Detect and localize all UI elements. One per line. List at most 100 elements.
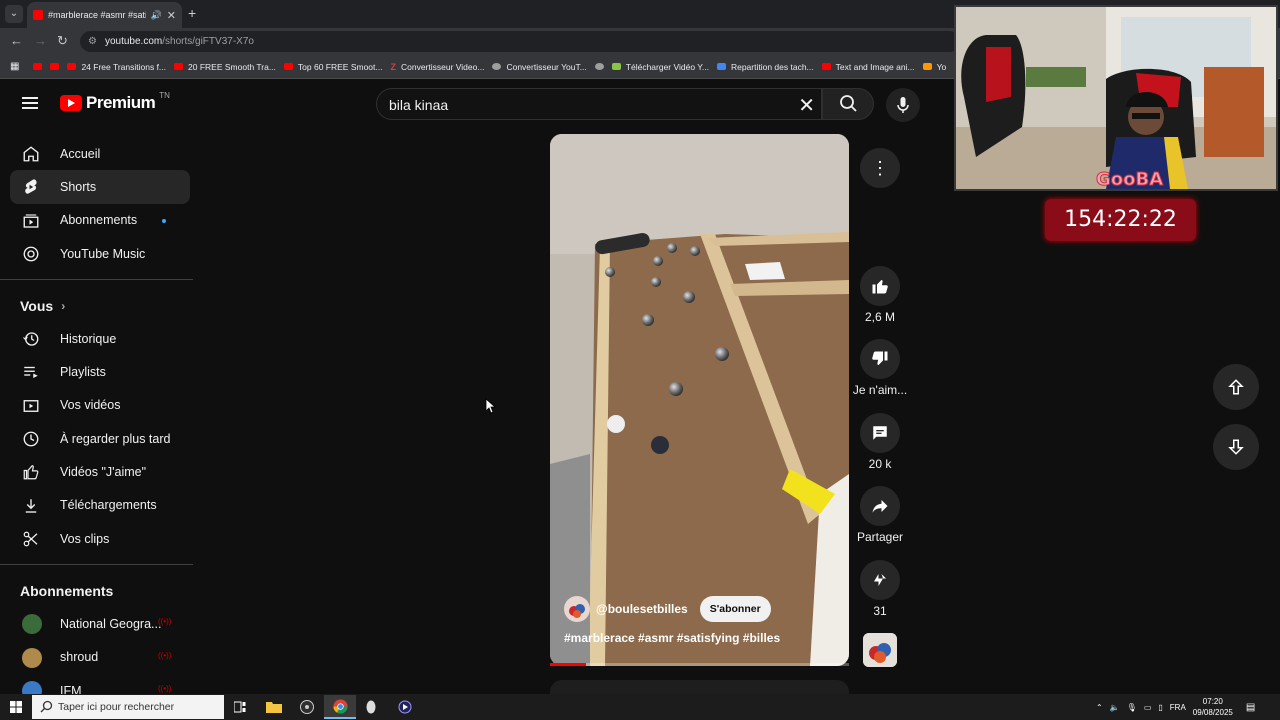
sidebar-item-subscriptions[interactable]: Abonnements xyxy=(10,204,190,237)
bookmark-item[interactable]: Text and Image ani... xyxy=(821,62,915,72)
sidebar-item-music[interactable]: YouTube Music xyxy=(10,237,190,270)
comment-icon xyxy=(873,426,887,440)
comments-button[interactable] xyxy=(860,413,900,453)
apps-grid-icon[interactable]: ▦ xyxy=(10,61,19,72)
sidebar-item-like[interactable]: Vidéos "J'aime" xyxy=(10,455,190,488)
bookmark-item[interactable]: Top 60 FREE Smoot... xyxy=(283,62,382,72)
chevron-up-icon[interactable]: ⌃ xyxy=(1096,703,1103,712)
site-info-icon[interactable]: ⚙ xyxy=(88,36,97,47)
bookmark-item[interactable]: Convertisseur YouT... xyxy=(492,62,587,72)
tab-search-button[interactable]: ⌄ xyxy=(5,5,23,23)
channel-avatar[interactable] xyxy=(564,596,590,622)
sidebar-divider xyxy=(0,564,193,566)
bookmark-item[interactable] xyxy=(50,63,60,70)
url-host: youtube.com xyxy=(104,36,163,47)
bookmark-item[interactable]: Yo xyxy=(922,62,946,72)
previous-short-button[interactable] xyxy=(1213,364,1259,410)
subscribe-button[interactable]: S'abonner xyxy=(699,596,771,622)
arrow-up-icon xyxy=(1228,379,1244,395)
reload-icon[interactable]: ↻ xyxy=(57,33,68,49)
subscription-channel[interactable]: National Geogra... ((•)) xyxy=(10,607,190,640)
notifications-icon[interactable]: ▤ xyxy=(1246,702,1255,713)
bookmark-item[interactable]: Z Convertisseur Video... xyxy=(390,62,484,72)
sidebar-item-download[interactable]: Téléchargements xyxy=(10,489,190,522)
subscriptions-heading-label: Abonnements xyxy=(20,582,114,599)
file-explorer-icon[interactable] xyxy=(258,695,290,719)
speaker-icon[interactable]: 🔊 xyxy=(151,10,162,21)
clock-time: 07:20 xyxy=(1202,697,1223,706)
voice-search-button[interactable] xyxy=(886,88,920,122)
bookmark-item[interactable]: Télécharger Vidéo Y... xyxy=(611,61,709,72)
channel-name[interactable]: @boulesetbilles xyxy=(596,602,688,616)
you-section-heading[interactable]: Vous › xyxy=(0,289,200,322)
sidebar-item-history[interactable]: Historique xyxy=(10,322,190,355)
bookmark-item[interactable]: 24 Free Transitions f... xyxy=(67,62,166,72)
bookmark-item[interactable]: Repartition des tach... xyxy=(716,62,814,72)
taskbar-clock[interactable]: 07:20 09/08/2025 xyxy=(1193,696,1233,718)
like-button[interactable] xyxy=(860,266,900,306)
battery-icon[interactable]: ▯ xyxy=(1158,703,1162,712)
video-progress-bar[interactable] xyxy=(550,663,849,666)
clear-search-icon[interactable]: ✕ xyxy=(798,93,815,118)
back-arrow-icon[interactable]: ← xyxy=(10,33,23,48)
app-icon[interactable] xyxy=(355,695,387,719)
sidebar-item-your-videos[interactable]: Vos vidéos xyxy=(10,389,190,422)
youtube-premium-logo[interactable]: Premium TN xyxy=(60,91,170,113)
task-view-icon[interactable] xyxy=(224,695,256,719)
search-icon xyxy=(40,700,53,713)
obs-icon[interactable] xyxy=(291,695,323,719)
close-tab-icon[interactable]: ✕ xyxy=(167,9,176,22)
volume-icon[interactable]: 🔈 xyxy=(1110,703,1120,712)
bookmark-item[interactable]: 20 FREE Smooth Tra... xyxy=(174,62,276,72)
search-button[interactable] xyxy=(822,88,874,120)
like-action[interactable]: 2,6 M xyxy=(852,266,908,324)
like-count: 2,6 M xyxy=(864,310,895,324)
dislike-label: Je n'aim... xyxy=(852,383,908,397)
short-hashtags[interactable]: #marblerace #asmr #satisfying #billes xyxy=(564,631,780,645)
sidebar-item-shorts[interactable]: Shorts xyxy=(10,170,190,204)
next-short-button[interactable] xyxy=(1213,424,1259,470)
search-input[interactable]: bila kinaa ✕ xyxy=(376,88,822,120)
forward-arrow-icon[interactable]: → xyxy=(34,33,47,48)
microphone-icon[interactable]: 🎙 xyxy=(1127,703,1137,712)
clock-date: 09/08/2025 xyxy=(1192,708,1233,717)
bookmark-label: Télécharger Vidéo Y... xyxy=(625,61,709,72)
share-action[interactable]: Partager xyxy=(852,486,908,544)
share-button[interactable] xyxy=(860,486,900,526)
dislike-action[interactable]: Je n'aim... xyxy=(852,339,908,397)
bookmark-item[interactable] xyxy=(594,63,604,70)
new-tab-button[interactable]: + xyxy=(188,5,196,21)
remix-action[interactable]: 31 xyxy=(852,560,908,618)
short-channel-row: @boulesetbilles S'abonner xyxy=(564,596,771,622)
sidebar-item-watch-later[interactable]: À regarder plus tard xyxy=(10,422,190,455)
youtube-icon xyxy=(821,63,831,70)
avatar xyxy=(22,680,42,694)
language-indicator[interactable]: FRA xyxy=(1170,703,1186,712)
short-video-player[interactable] xyxy=(550,134,849,666)
sidebar-item-playlists[interactable]: Playlists xyxy=(10,355,190,388)
youtube-icon xyxy=(283,63,293,70)
sidebar-item-home[interactable]: Accueil xyxy=(10,137,190,170)
network-icon[interactable]: ▭ xyxy=(1144,703,1152,712)
windows-start-icon[interactable] xyxy=(10,701,22,713)
search-query: bila kinaa xyxy=(389,97,449,113)
subscription-channel[interactable]: IFM ((•)) xyxy=(10,674,190,694)
bookmark-item[interactable] xyxy=(33,63,43,70)
url-bar[interactable]: ⚙ youtube.com/shorts/giFTV37-X7o xyxy=(80,31,960,52)
media-app-icon[interactable] xyxy=(389,695,421,719)
subscription-channel[interactable]: shroud ((•)) xyxy=(10,641,190,674)
sound-thumbnail[interactable] xyxy=(863,633,897,667)
remix-button[interactable] xyxy=(860,560,900,600)
taskbar-search-input[interactable]: Taper ici pour rechercher xyxy=(32,695,224,719)
browser-tab[interactable]: #marblerace #asmr #satisfy 🔊 ✕ xyxy=(27,2,182,28)
sidebar-item-label: YouTube Music xyxy=(60,246,146,261)
chrome-icon[interactable] xyxy=(324,695,356,719)
sidebar-item-label: Accueil xyxy=(60,146,101,161)
comments-action[interactable]: 20 k xyxy=(852,413,908,471)
stream-watermark: GooBA xyxy=(1096,169,1163,189)
thumbs-down-icon xyxy=(872,351,888,365)
dislike-button[interactable] xyxy=(860,339,900,379)
sidebar-item-clips[interactable]: Vos clips xyxy=(10,522,190,555)
more-options-button[interactable]: ⋮ xyxy=(860,148,900,188)
menu-icon[interactable] xyxy=(22,97,38,109)
